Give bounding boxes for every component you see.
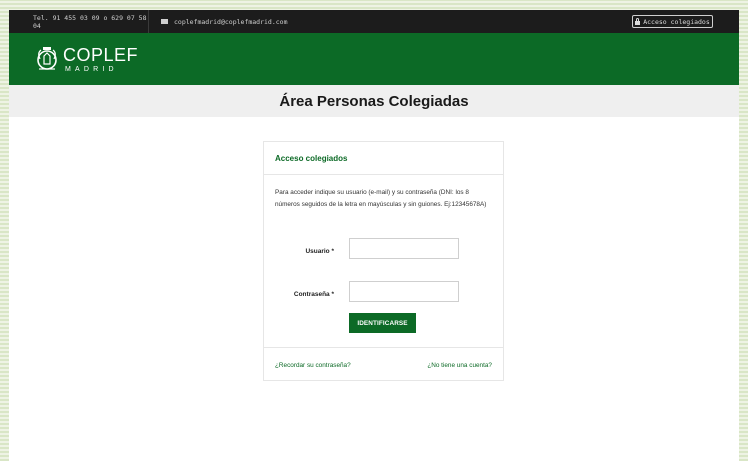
lock-icon xyxy=(635,17,641,25)
login-card-footer: ¿Recordar su contraseña? ¿No tiene una c… xyxy=(264,347,503,382)
user-row: Usuario * xyxy=(264,238,503,259)
access-colegiados-button[interactable]: Acceso colegiados xyxy=(632,15,713,28)
site-header: COPLEF MADRID xyxy=(9,33,739,85)
register-link[interactable]: ¿No tiene una cuenta? xyxy=(427,362,492,369)
login-card-header: Acceso colegiados xyxy=(264,142,503,175)
phone-number: Tel. 91 455 03 09 o 629 07 58 04 xyxy=(9,10,149,33)
login-card: Acceso colegiados Para acceder indique s… xyxy=(263,141,504,381)
login-instructions: Para acceder indique su usuario (e-mail)… xyxy=(275,189,487,208)
page-title: Área Personas Colegiadas xyxy=(279,92,469,110)
identificarse-button[interactable]: IDENTIFICARSE xyxy=(349,313,416,333)
page-title-band: Área Personas Colegiadas xyxy=(9,85,739,117)
top-bar: Tel. 91 455 03 09 o 629 07 58 04 coplefm… xyxy=(9,10,739,33)
coplef-emblem-icon xyxy=(37,47,57,70)
password-input[interactable] xyxy=(349,281,459,302)
logo-sub-text: MADRID xyxy=(65,65,118,73)
page: Tel. 91 455 03 09 o 629 07 58 04 coplefm… xyxy=(9,10,739,461)
forgot-password-link[interactable]: ¿Recordar su contraseña? xyxy=(275,362,351,369)
coplef-logo[interactable]: COPLEF MADRID xyxy=(35,45,138,73)
logo-main-text: COPLEF xyxy=(63,44,139,65)
password-label: Contraseña * xyxy=(293,291,334,298)
user-label: Usuario * xyxy=(305,248,334,255)
email-text[interactable]: coplefmadrid@coplefmadrid.com xyxy=(174,18,288,26)
password-row: Contraseña * xyxy=(264,281,503,302)
user-input[interactable] xyxy=(349,238,459,259)
access-colegiados-label: Acceso colegiados xyxy=(643,17,710,26)
email-contact[interactable]: coplefmadrid@coplefmadrid.com xyxy=(149,18,288,26)
login-heading: Acceso colegiados xyxy=(275,153,348,163)
envelope-icon xyxy=(161,19,168,24)
